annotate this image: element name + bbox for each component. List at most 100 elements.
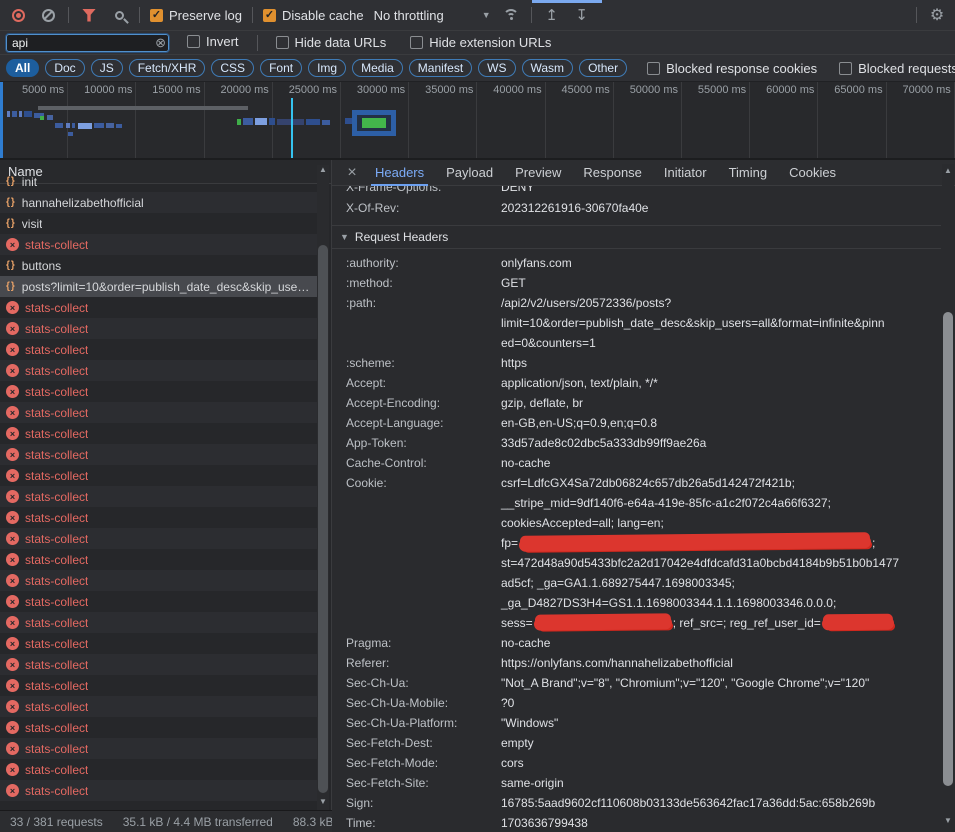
request-row[interactable]: ×stats-collect — [0, 780, 318, 801]
filter-pill-media[interactable]: Media — [352, 59, 403, 77]
request-row[interactable]: ×stats-collect — [0, 507, 318, 528]
scrollbar-thumb[interactable] — [318, 245, 328, 793]
request-row[interactable]: ×stats-collect — [0, 591, 318, 612]
scroll-down-icon[interactable]: ▼ — [942, 816, 954, 825]
tab-cookies[interactable]: Cookies — [778, 160, 847, 186]
header-value: empty — [501, 733, 941, 753]
filter-pill-doc[interactable]: Doc — [45, 59, 84, 77]
timeline-overview[interactable]: 5000 ms10000 ms15000 ms20000 ms25000 ms3… — [0, 82, 955, 160]
clear-icon[interactable] — [38, 5, 58, 25]
settings-gear-icon[interactable]: ⚙ — [927, 5, 947, 25]
request-name: stats-collect — [25, 427, 88, 441]
request-row[interactable]: ×stats-collect — [0, 360, 318, 381]
request-row[interactable]: {}visit — [0, 213, 318, 234]
request-row[interactable]: ×stats-collect — [0, 696, 318, 717]
checkbox-box[interactable] — [410, 36, 423, 49]
request-row[interactable]: ×stats-collect — [0, 297, 318, 318]
scroll-up-icon[interactable]: ▲ — [317, 165, 329, 174]
scroll-down-icon[interactable]: ▼ — [317, 797, 329, 806]
detail-scrollbar[interactable]: ▲ ▼ — [942, 164, 954, 828]
filter-pill-img[interactable]: Img — [308, 59, 346, 77]
checkbox-box[interactable] — [187, 35, 200, 48]
checkbox-hide-extension-urls[interactable]: Hide extension URLs — [410, 35, 551, 50]
tab-timing[interactable]: Timing — [718, 160, 779, 186]
export-har-icon[interactable]: ↧ — [572, 5, 592, 25]
request-row[interactable]: {}buttons — [0, 255, 318, 276]
close-icon[interactable]: × — [340, 164, 364, 182]
filter-pill-js[interactable]: JS — [91, 59, 123, 77]
request-row[interactable]: {}posts?limit=10&order=publish_date_desc… — [0, 276, 318, 297]
disclosure-triangle-icon: ▼ — [340, 225, 349, 249]
request-row[interactable]: ×stats-collect — [0, 318, 318, 339]
network-conditions-icon[interactable] — [501, 5, 521, 25]
filter-pill-ws[interactable]: WS — [478, 59, 515, 77]
redaction-scribble — [519, 535, 871, 552]
tab-headers[interactable]: Headers — [364, 160, 435, 186]
checkbox-preserve-log[interactable]: ✓ Preserve log — [150, 8, 242, 23]
tab-preview[interactable]: Preview — [504, 160, 572, 186]
tab-payload[interactable]: Payload — [435, 160, 504, 186]
header-row: Cookie:csrf=LdfcGX4Sa72db06824c657db26a5… — [332, 473, 941, 633]
import-har-icon[interactable]: ↥ — [542, 5, 562, 25]
header-value: GET — [501, 273, 941, 293]
clear-filter-icon[interactable]: ⊗ — [155, 35, 166, 51]
request-row[interactable]: ×stats-collect — [0, 654, 318, 675]
checkbox-box[interactable]: ✓ — [150, 9, 163, 22]
request-row[interactable]: ×stats-collect — [0, 528, 318, 549]
scrollbar-thumb[interactable] — [943, 312, 953, 786]
filter-pill-css[interactable]: CSS — [211, 59, 254, 77]
filter-pill-fetch-xhr[interactable]: Fetch/XHR — [129, 59, 206, 77]
record-icon[interactable] — [8, 5, 28, 25]
checkbox-hide-data-urls[interactable]: Hide data URLs — [276, 35, 387, 50]
filter-pill-wasm[interactable]: Wasm — [522, 59, 574, 77]
request-row[interactable]: ×stats-collect — [0, 633, 318, 654]
request-row[interactable]: ×stats-collect — [0, 759, 318, 780]
request-row[interactable]: ×stats-collect — [0, 444, 318, 465]
request-row[interactable]: ×stats-collect — [0, 549, 318, 570]
request-row[interactable]: ×stats-collect — [0, 570, 318, 591]
header-value-line: DENY — [501, 186, 534, 194]
request-row[interactable]: ×stats-collect — [0, 675, 318, 696]
scroll-up-icon[interactable]: ▲ — [942, 166, 954, 175]
request-name: stats-collect — [25, 406, 88, 420]
checkbox-box[interactable]: ✓ — [263, 9, 276, 22]
request-row[interactable]: ×stats-collect — [0, 486, 318, 507]
filter-pill-manifest[interactable]: Manifest — [409, 59, 472, 77]
request-row[interactable]: ×stats-collect — [0, 738, 318, 759]
request-row[interactable]: ×stats-collect — [0, 381, 318, 402]
request-row[interactable]: {}hannahelizabethofficial — [0, 192, 318, 213]
request-row[interactable]: ×stats-collect — [0, 717, 318, 738]
request-headers-section[interactable]: ▼Request Headers — [332, 225, 941, 249]
checkbox-box[interactable] — [839, 62, 852, 75]
request-row[interactable]: ×stats-collect — [0, 423, 318, 444]
filter-funnel-icon[interactable] — [79, 5, 99, 25]
checkbox-blocked-requests[interactable]: Blocked requests — [839, 61, 955, 76]
throttling-dropdown[interactable]: No throttling ▼ — [374, 8, 491, 23]
header-value: /api2/v2/users/20572336/posts?limit=10&o… — [501, 293, 941, 353]
checkbox-label: Preserve log — [169, 8, 242, 23]
header-value-line: same-origin — [501, 773, 941, 793]
header-key: Sec-Fetch-Site: — [346, 773, 501, 793]
filter-pill-font[interactable]: Font — [260, 59, 302, 77]
filter-pill-all[interactable]: All — [6, 59, 39, 77]
request-row[interactable]: ×stats-collect — [0, 402, 318, 423]
filter-pill-other[interactable]: Other — [579, 59, 627, 77]
request-row[interactable]: ×stats-collect — [0, 339, 318, 360]
tab-response[interactable]: Response — [572, 160, 653, 186]
checkbox-box[interactable] — [647, 62, 660, 75]
checkbox-disable-cache[interactable]: ✓Disable cache — [263, 8, 364, 23]
tab-initiator[interactable]: Initiator — [653, 160, 718, 186]
header-value: en-GB,en-US;q=0.9,en;q=0.8 — [501, 413, 941, 433]
redaction-scribble — [822, 617, 894, 631]
request-row[interactable]: ×stats-collect — [0, 612, 318, 633]
request-row[interactable]: {}init — [0, 171, 318, 192]
checkbox-box[interactable] — [276, 36, 289, 49]
request-row[interactable]: ×stats-collect — [0, 234, 318, 255]
checkbox-blocked-response-cookies[interactable]: Blocked response cookies — [647, 61, 817, 76]
filter-input[interactable] — [6, 34, 169, 52]
checkbox-invert[interactable]: Invert — [187, 34, 239, 49]
requests-scrollbar[interactable]: ▲ ▼ — [317, 165, 329, 810]
request-row[interactable]: ×stats-collect — [0, 465, 318, 486]
search-icon[interactable] — [109, 5, 129, 25]
error-icon: × — [6, 721, 19, 734]
